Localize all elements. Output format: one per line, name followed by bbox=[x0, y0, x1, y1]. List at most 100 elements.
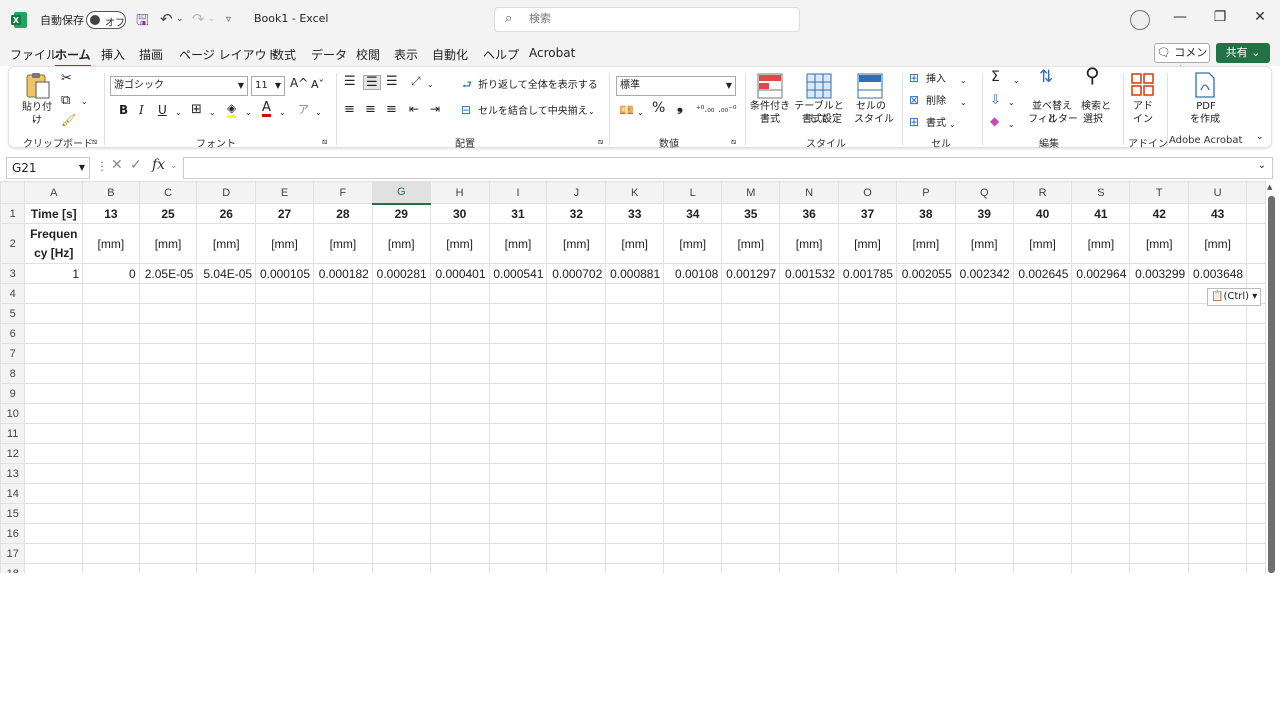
fill-icon[interactable]: ⇩ bbox=[990, 94, 1001, 107]
row-header[interactable]: 1 bbox=[0, 203, 26, 224]
cell[interactable] bbox=[1246, 463, 1266, 484]
cell[interactable] bbox=[255, 483, 314, 504]
row-header[interactable]: 2 bbox=[0, 223, 26, 264]
cell[interactable] bbox=[1071, 523, 1131, 544]
cell[interactable] bbox=[429, 423, 490, 444]
cell[interactable] bbox=[1012, 483, 1073, 504]
cell[interactable] bbox=[1129, 303, 1190, 324]
row-header[interactable]: 5 bbox=[0, 303, 26, 324]
cell[interactable] bbox=[1129, 323, 1190, 344]
cell[interactable] bbox=[663, 343, 723, 364]
cell[interactable]: [mm] bbox=[546, 223, 607, 264]
cell[interactable] bbox=[1012, 423, 1073, 444]
cell[interactable] bbox=[838, 543, 897, 564]
cell[interactable] bbox=[721, 543, 781, 564]
cell[interactable] bbox=[1188, 563, 1248, 573]
cell[interactable] bbox=[488, 543, 548, 564]
cell[interactable] bbox=[313, 323, 373, 344]
cell[interactable] bbox=[313, 383, 373, 404]
cell[interactable] bbox=[954, 323, 1014, 344]
restore-icon[interactable]: ❐ bbox=[1210, 9, 1230, 25]
cell[interactable] bbox=[138, 543, 198, 564]
cell[interactable]: [mm] bbox=[838, 223, 897, 264]
cell[interactable] bbox=[82, 303, 140, 324]
cell[interactable]: [mm] bbox=[488, 223, 548, 264]
cell[interactable] bbox=[721, 443, 781, 464]
cell[interactable] bbox=[313, 483, 373, 504]
column-header[interactable]: E bbox=[255, 181, 314, 204]
cell[interactable] bbox=[1246, 343, 1266, 364]
cell[interactable] bbox=[488, 323, 548, 344]
cell[interactable] bbox=[371, 303, 431, 324]
comma-style-icon[interactable]: ❟ bbox=[677, 99, 683, 114]
cell[interactable] bbox=[1246, 543, 1266, 564]
tab-view[interactable]: 表示 bbox=[394, 46, 418, 63]
addins-icon[interactable] bbox=[1131, 73, 1155, 97]
cell[interactable] bbox=[138, 463, 198, 484]
cell[interactable] bbox=[1012, 323, 1073, 344]
cell[interactable] bbox=[313, 463, 373, 484]
cut-icon[interactable]: ✂ bbox=[61, 72, 72, 85]
format-table-label-2[interactable]: 書式設定 bbox=[791, 113, 853, 126]
cell[interactable] bbox=[838, 363, 897, 384]
cell[interactable] bbox=[371, 323, 431, 344]
cell[interactable] bbox=[546, 523, 607, 544]
cell[interactable] bbox=[605, 423, 665, 444]
vertical-scrollbar[interactable]: ▲ bbox=[1266, 183, 1276, 573]
cell[interactable] bbox=[429, 303, 490, 324]
cell[interactable] bbox=[82, 403, 140, 424]
column-header[interactable]: Q bbox=[954, 181, 1014, 204]
column-header[interactable]: N bbox=[779, 181, 840, 204]
cell[interactable] bbox=[24, 363, 84, 384]
cell[interactable] bbox=[313, 343, 373, 364]
row-header[interactable]: 10 bbox=[0, 403, 26, 424]
enter-icon[interactable]: ✓ bbox=[130, 157, 142, 173]
cell[interactable] bbox=[429, 503, 490, 524]
cell[interactable] bbox=[371, 483, 431, 504]
cell[interactable] bbox=[255, 503, 314, 524]
cell[interactable]: [mm] bbox=[721, 223, 781, 264]
cell[interactable] bbox=[1071, 403, 1131, 424]
cell[interactable] bbox=[313, 523, 373, 544]
cell[interactable] bbox=[546, 383, 607, 404]
find-select-icon[interactable]: ⚲ bbox=[1085, 65, 1100, 85]
cell[interactable] bbox=[1071, 323, 1131, 344]
cell[interactable] bbox=[488, 483, 548, 504]
redo-icon[interactable]: ↷ bbox=[192, 10, 205, 28]
cell[interactable]: 31 bbox=[488, 203, 548, 224]
tab-insert[interactable]: 挿入 bbox=[101, 46, 125, 63]
undo-icon[interactable]: ↶ bbox=[160, 10, 173, 28]
cell[interactable]: 0.000281 bbox=[371, 263, 431, 284]
cell[interactable] bbox=[24, 503, 84, 524]
row-header[interactable]: 9 bbox=[0, 383, 26, 404]
cell[interactable]: 0.000401 bbox=[429, 263, 490, 284]
column-header[interactable]: A bbox=[24, 181, 84, 204]
cell[interactable] bbox=[779, 343, 840, 364]
cell[interactable] bbox=[838, 383, 897, 404]
cell[interactable] bbox=[1129, 423, 1190, 444]
column-header[interactable]: O bbox=[838, 181, 897, 204]
create-pdf-label-2[interactable]: を作成 bbox=[1185, 113, 1225, 126]
cell[interactable] bbox=[1246, 323, 1266, 344]
sort-filter-icon[interactable]: ⇅ bbox=[1039, 69, 1053, 86]
cell[interactable] bbox=[1129, 483, 1190, 504]
cell[interactable] bbox=[371, 423, 431, 444]
cell[interactable] bbox=[954, 443, 1014, 464]
cell[interactable] bbox=[82, 563, 140, 573]
cell[interactable]: 0.003648 bbox=[1188, 263, 1248, 284]
cell[interactable]: 0.002342 bbox=[954, 263, 1014, 284]
column-header[interactable]: F bbox=[313, 181, 373, 204]
alignment-launcher-icon[interactable]: ⧅ bbox=[598, 135, 603, 148]
cell[interactable] bbox=[721, 343, 781, 364]
share-button[interactable]: 共有 ⌄ bbox=[1216, 43, 1270, 63]
cell[interactable]: 39 bbox=[954, 203, 1014, 224]
create-pdf-label-1[interactable]: PDF bbox=[1189, 100, 1223, 113]
cell[interactable] bbox=[255, 543, 314, 564]
addins-label-2[interactable]: イン bbox=[1129, 113, 1157, 126]
tab-home[interactable]: ホーム bbox=[55, 46, 91, 67]
cell[interactable] bbox=[138, 523, 198, 544]
cell[interactable] bbox=[429, 403, 490, 424]
cell-styles-label-2[interactable]: スタイル bbox=[851, 113, 897, 126]
cell[interactable] bbox=[138, 283, 198, 304]
find-select-label-1[interactable]: 検索と bbox=[1079, 100, 1113, 113]
